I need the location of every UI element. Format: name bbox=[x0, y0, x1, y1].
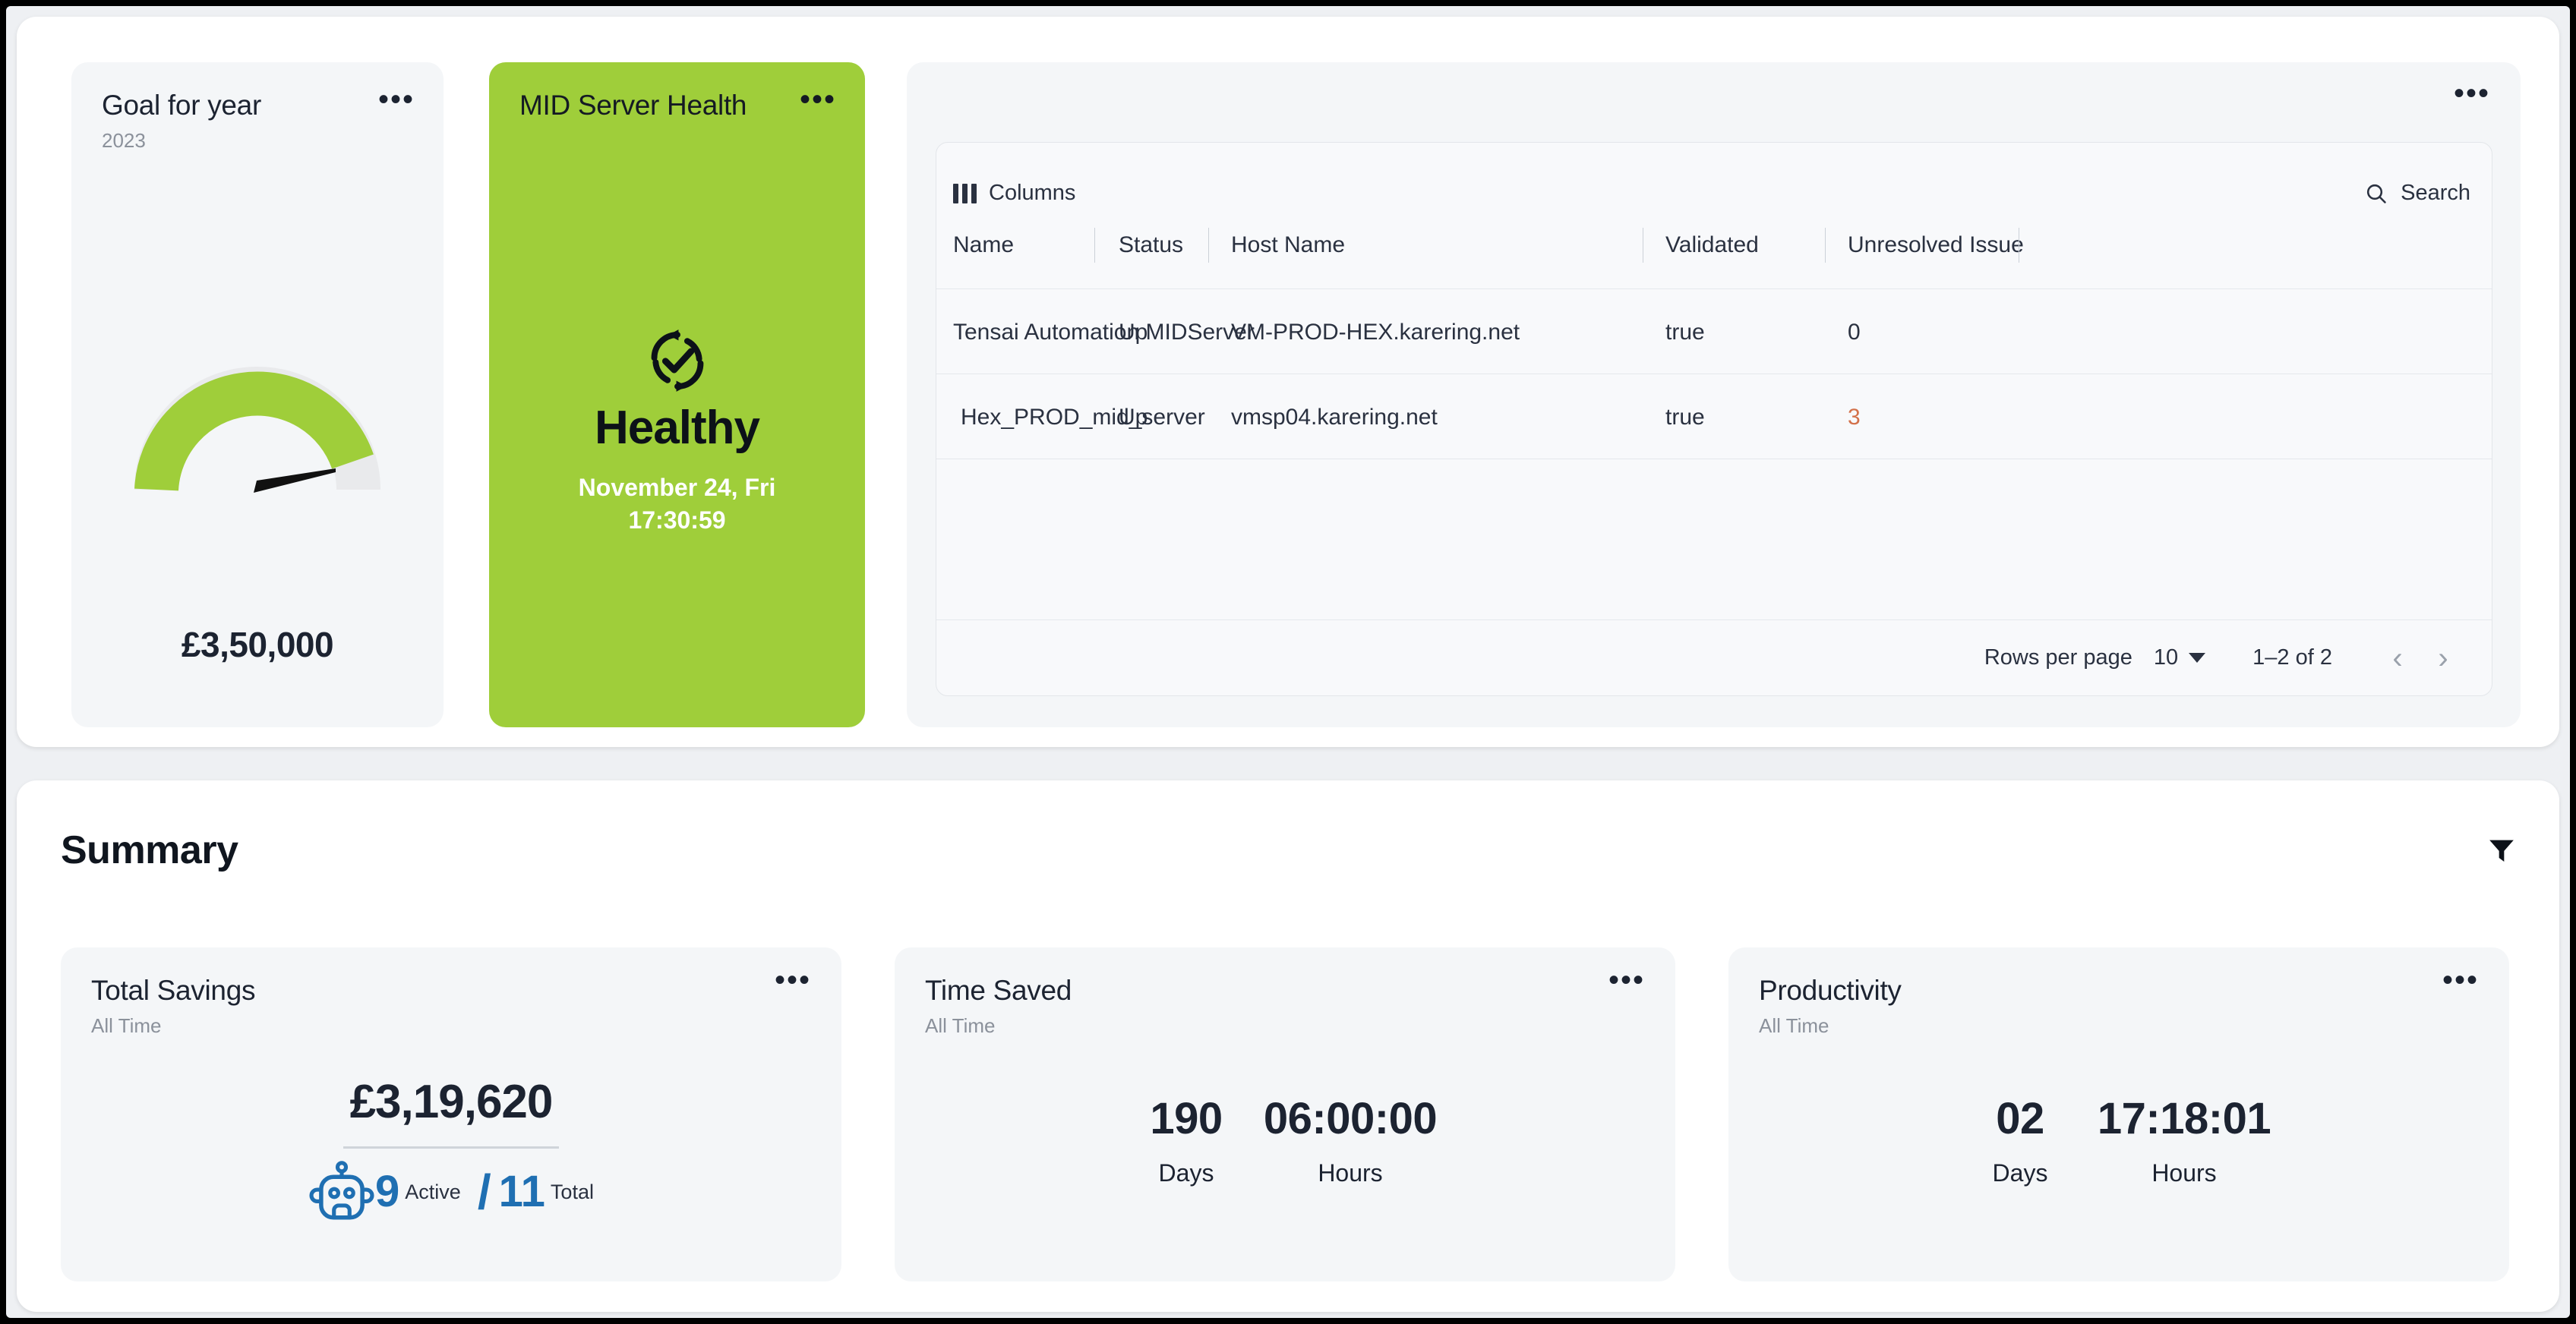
column-header-status[interactable]: Status bbox=[1119, 232, 1183, 258]
bots-separator: / bbox=[477, 1165, 491, 1219]
productivity-days-metric: 02 Days bbox=[1955, 1094, 2085, 1187]
filter-icon bbox=[2489, 840, 2514, 862]
columns-icon bbox=[953, 183, 977, 203]
goal-card-title: Goal for year bbox=[102, 90, 261, 121]
table-toolbar: Columns Search bbox=[936, 143, 2492, 232]
time-saved-days-label: Days bbox=[1158, 1158, 1214, 1187]
cell-validated: true bbox=[1665, 320, 1705, 345]
table-pagination: Rows per page 10 1–2 of 2 ‹ › bbox=[936, 619, 2492, 695]
productivity-hours-value: 17:18:01 bbox=[2097, 1094, 2271, 1143]
bots-total-count: 11 bbox=[498, 1167, 545, 1216]
pagination-range: 1–2 of 2 bbox=[2252, 645, 2332, 670]
cell-status: Up bbox=[1119, 320, 1148, 345]
total-savings-title: Total Savings bbox=[91, 975, 256, 1006]
cell-name: Tensai Automation MIDServer bbox=[953, 320, 1255, 345]
time-saved-days-metric: 190 Days bbox=[1121, 1094, 1252, 1187]
chevron-down-icon bbox=[2189, 653, 2206, 663]
productivity-days-value: 02 bbox=[1996, 1094, 2044, 1143]
time-saved-hours-value: 06:00:00 bbox=[1263, 1094, 1438, 1143]
bots-active-count: 9 bbox=[375, 1167, 400, 1216]
time-saved-subtitle: All Time bbox=[925, 1014, 996, 1037]
rows-per-page-value: 10 bbox=[2153, 645, 2179, 670]
mid-card-kebab-menu[interactable]: ••• bbox=[800, 84, 836, 115]
goal-value: £3,50,000 bbox=[181, 625, 334, 664]
cell-validated: true bbox=[1665, 405, 1705, 430]
productivity-hours-label: Hours bbox=[2151, 1158, 2217, 1187]
time-saved-kebab-menu[interactable]: ••• bbox=[1608, 965, 1645, 995]
bots-total-label: Total bbox=[550, 1180, 594, 1203]
table-row[interactable]: Tensai Automation MIDServer Up VM-PROD-H… bbox=[936, 288, 2492, 374]
productivity-card: Productivity All Time ••• 02 Days 17:18:… bbox=[1728, 947, 2509, 1281]
column-divider-2[interactable] bbox=[1208, 228, 1209, 263]
total-savings-divider bbox=[343, 1146, 559, 1149]
column-header-unresolved-issue[interactable]: Unresolved Issue bbox=[1848, 232, 2024, 258]
time-saved-hours-metric: 06:00:00 Hours bbox=[1252, 1094, 1449, 1187]
table-card-kebab-menu[interactable]: ••• bbox=[2454, 78, 2490, 109]
top-panel: Goal for year 2023 ••• £3,50,000 MID Ser… bbox=[17, 17, 2559, 747]
goal-card-kebab-menu[interactable]: ••• bbox=[378, 84, 415, 115]
cell-name: Hex_PROD_mid_server bbox=[961, 405, 1205, 430]
mid-server-health-card: MID Server Health ••• Healthy November 2… bbox=[489, 62, 865, 727]
rows-per-page-select[interactable]: 10 bbox=[2153, 645, 2206, 670]
mid-card-title: MID Server Health bbox=[519, 90, 747, 121]
pagination-next-button[interactable]: › bbox=[2420, 643, 2466, 673]
dashboard-screen: Goal for year 2023 ••• £3,50,000 MID Ser… bbox=[6, 6, 2570, 1318]
rows-per-page-label: Rows per page bbox=[1984, 645, 2132, 670]
robot-icon bbox=[309, 1161, 374, 1220]
search-icon bbox=[2367, 184, 2386, 203]
column-header-name[interactable]: Name bbox=[953, 232, 1014, 258]
total-savings-subtitle: All Time bbox=[91, 1014, 162, 1037]
goal-card-subtitle: 2023 bbox=[102, 129, 146, 152]
filter-button[interactable] bbox=[2486, 835, 2517, 869]
mid-server-table-card: ••• Columns Search Name Status Host Name… bbox=[907, 62, 2521, 727]
productivity-kebab-menu[interactable]: ••• bbox=[2442, 965, 2479, 995]
sync-check-icon bbox=[651, 329, 703, 392]
time-saved-hours-label: Hours bbox=[1318, 1158, 1383, 1187]
summary-title: Summary bbox=[61, 828, 238, 872]
bots-summary: 9 Active / 11 Total bbox=[61, 1158, 841, 1225]
cell-host-name: vmsp04.karering.net bbox=[1231, 405, 1438, 430]
cell-host-name: VM-PROD-HEX.karering.net bbox=[1231, 320, 1520, 345]
mid-time-text: 17:30:59 bbox=[628, 506, 726, 534]
search-button-label: Search bbox=[2401, 181, 2470, 205]
productivity-days-label: Days bbox=[1992, 1158, 2048, 1187]
column-divider-1[interactable] bbox=[1094, 228, 1095, 263]
cell-status: Up bbox=[1119, 405, 1148, 430]
time-saved-title: Time Saved bbox=[925, 975, 1072, 1006]
total-savings-kebab-menu[interactable]: ••• bbox=[775, 965, 811, 995]
total-savings-card: Total Savings All Time ••• £3,19,620 9 A… bbox=[61, 947, 841, 1281]
columns-button-label: Columns bbox=[989, 181, 1076, 205]
productivity-title: Productivity bbox=[1759, 975, 1902, 1006]
bots-active-label: Active bbox=[405, 1180, 461, 1203]
time-saved-days-value: 190 bbox=[1150, 1094, 1223, 1143]
mid-status-text: Healthy bbox=[595, 402, 760, 454]
cell-unresolved-issue: 0 bbox=[1848, 320, 1861, 345]
table-row[interactable]: Hex_PROD_mid_server Up vmsp04.karering.n… bbox=[936, 374, 2492, 459]
productivity-hours-metric: 17:18:01 Hours bbox=[2085, 1094, 2283, 1187]
search-button[interactable]: Search bbox=[2364, 181, 2470, 206]
productivity-metrics: 02 Days 17:18:01 Hours bbox=[1728, 1094, 2509, 1187]
goal-for-year-card: Goal for year 2023 ••• £3,50,000 bbox=[71, 62, 444, 727]
column-header-host-name[interactable]: Host Name bbox=[1231, 232, 1345, 258]
gauge-svg bbox=[134, 367, 380, 493]
total-savings-value: £3,19,620 bbox=[349, 1076, 554, 1128]
goal-gauge-chart bbox=[132, 362, 383, 499]
data-table: Columns Search Name Status Host Name Val… bbox=[936, 142, 2492, 696]
cell-unresolved-issue: 3 bbox=[1848, 405, 1861, 430]
time-saved-card: Time Saved All Time ••• 190 Days 06:00:0… bbox=[895, 947, 1675, 1281]
table-header-row: Name Status Host Name Validated Unresolv… bbox=[936, 228, 2492, 279]
columns-button[interactable]: Columns bbox=[953, 181, 1075, 206]
mid-card-body: Healthy November 24, Fri 17:30:59 bbox=[489, 328, 865, 537]
productivity-subtitle: All Time bbox=[1759, 1014, 1829, 1037]
column-header-validated[interactable]: Validated bbox=[1665, 232, 1759, 258]
column-divider-4[interactable] bbox=[1825, 228, 1826, 263]
table-empty-row bbox=[936, 459, 2492, 518]
time-saved-metrics: 190 Days 06:00:00 Hours bbox=[895, 1094, 1675, 1187]
pagination-prev-button[interactable]: ‹ bbox=[2375, 643, 2420, 673]
mid-date-text: November 24, Fri bbox=[578, 474, 776, 502]
